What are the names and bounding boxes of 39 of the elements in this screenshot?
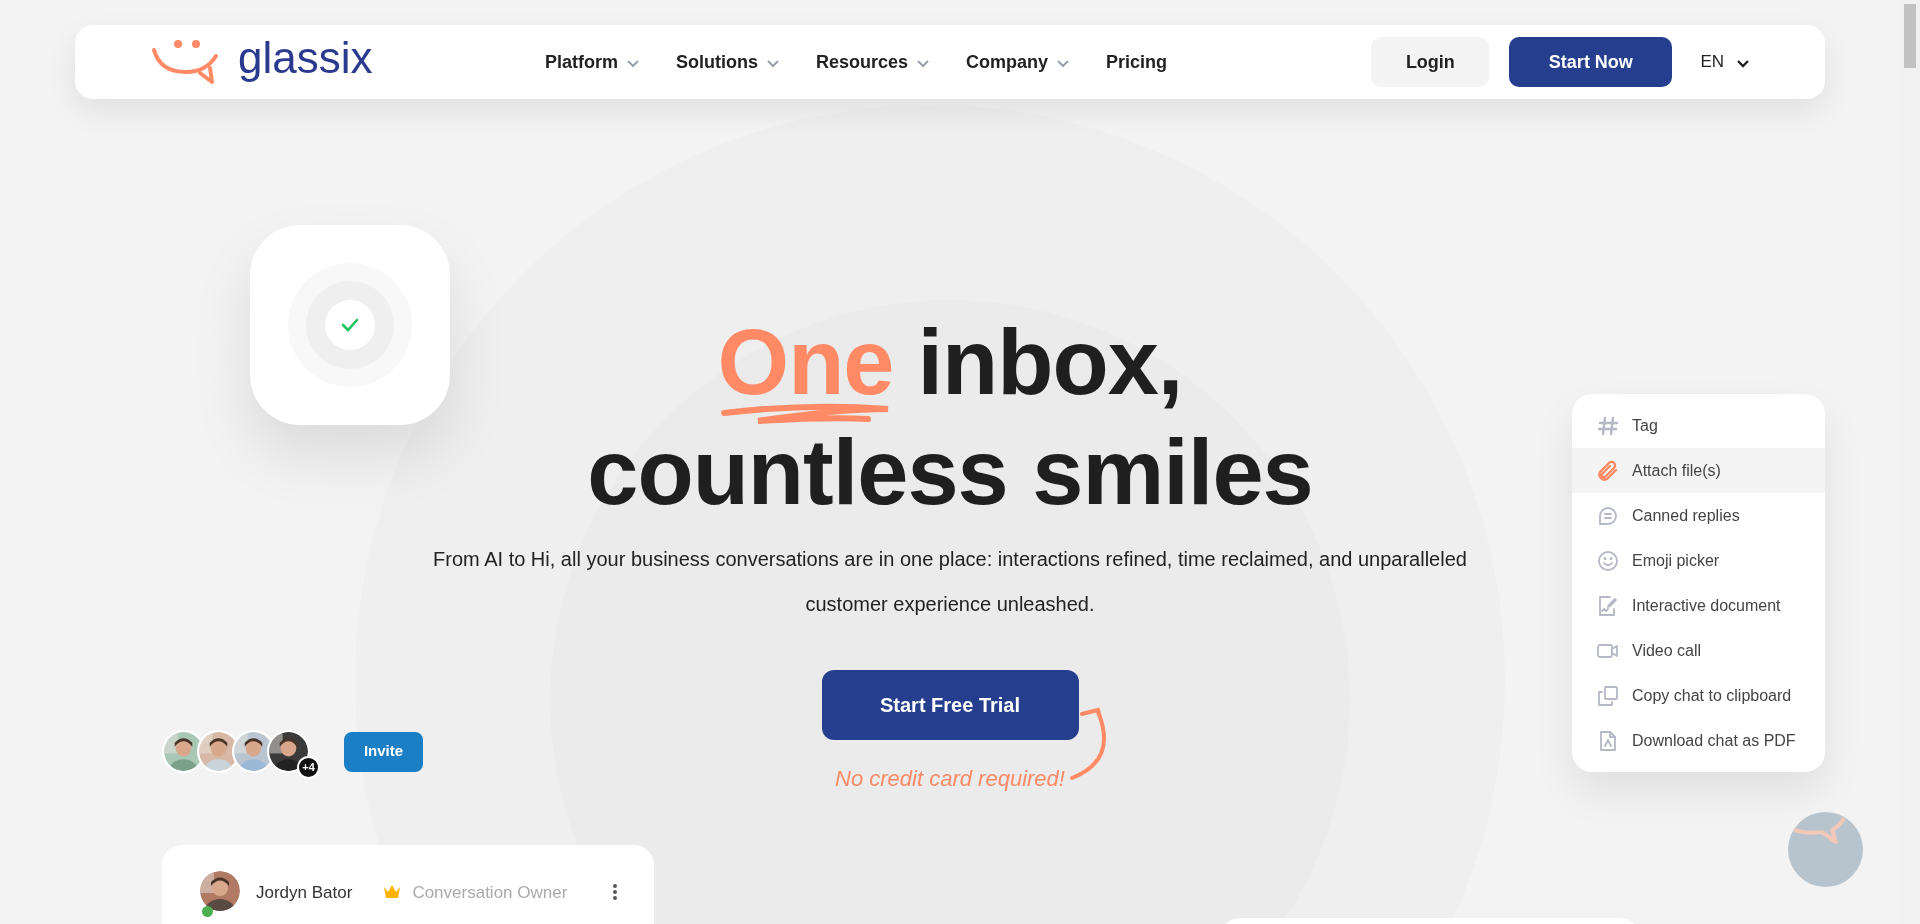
chevron-icon xyxy=(626,59,640,69)
logo-wordmark[interactable]: glassix xyxy=(238,36,373,80)
nav-link[interactable]: Platform xyxy=(545,48,640,76)
menu-item[interactable]: Tag xyxy=(1572,403,1825,448)
hero-subtitle: From AI to Hi, all your business conversations are in one place: interactions refined, time reclaimed, and unparalleled customer experience unleashed. xyxy=(432,547,1468,617)
menu-item[interactable]: Canned replies xyxy=(1572,493,1825,538)
invite-button[interactable]: Invite xyxy=(344,731,423,772)
start-free-trial-button[interactable]: Start Free Trial xyxy=(821,670,1079,740)
chevron-icon xyxy=(766,59,780,69)
headline-text: countless smiles xyxy=(587,420,1313,525)
participant-name: Jordyn Bator xyxy=(256,882,353,904)
menu-item[interactable]: Video call xyxy=(1572,628,1825,673)
menu-item[interactable]: Download chat as PDF xyxy=(1572,718,1825,763)
chevron-icon xyxy=(916,59,931,69)
nav-link[interactable]: Pricing xyxy=(1106,48,1168,76)
menu-item[interactable]: Attach file(s) xyxy=(1572,448,1825,493)
chevron-icon xyxy=(1056,59,1071,69)
nav-link[interactable]: Company xyxy=(966,48,1071,76)
highlighted-word: One xyxy=(717,307,894,417)
login-button[interactable]: Login xyxy=(1371,37,1490,87)
more-options-icon[interactable] xyxy=(612,883,618,901)
headline-text: inbox, xyxy=(917,310,1183,415)
menu-item[interactable]: Emoji picker xyxy=(1572,538,1825,583)
copy-icon xyxy=(1596,683,1620,708)
menu-item[interactable]: Interactive document xyxy=(1572,583,1825,628)
more-count-badge: +4 xyxy=(297,756,320,779)
nav-link[interactable]: Resources xyxy=(816,48,931,76)
menu-item[interactable]: Copy chat to clipboard xyxy=(1572,673,1825,718)
handwritten-note: No credit card required! xyxy=(835,765,1065,793)
start-now-button[interactable]: Start Now xyxy=(1509,37,1673,87)
participant-role: Conversation Owner xyxy=(412,882,568,904)
document-pen-icon xyxy=(1596,593,1620,618)
check-icon xyxy=(341,318,359,332)
chevron-icon xyxy=(1736,59,1750,69)
language-selector[interactable]: EN xyxy=(1700,49,1750,75)
crown-icon xyxy=(382,883,403,899)
smiley-icon xyxy=(1596,548,1620,573)
nav-link[interactable]: Solutions xyxy=(676,48,780,76)
paperclip-icon xyxy=(1596,458,1620,483)
